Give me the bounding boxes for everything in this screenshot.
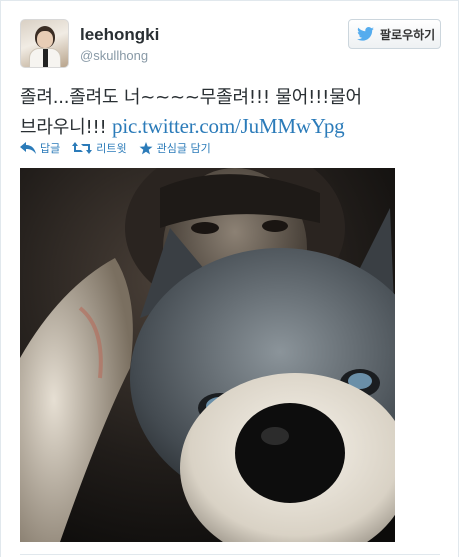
tweet-actions: 답글 리트윗 관심글 담기 [20,139,223,157]
tweet-card: leehongki @skullhong 팔로우하기 졸려...졸려도 너~~~… [0,0,459,557]
favorite-label: 관심글 담기 [156,142,211,155]
retweet-icon [72,142,93,154]
user-handle[interactable]: @skullhong [80,48,148,63]
tweet-text-line-2: 브라우니!!! pic.twitter.com/JuMMwYpg [20,112,440,142]
tweet-text-line-1: 졸려...졸려도 너~~~~무졸려!!! 물어!!!물어 [20,87,362,108]
star-icon [139,141,153,154]
retweet-label: 리트윗 [96,142,127,155]
display-name[interactable]: leehongki [80,25,159,45]
retweet-action[interactable]: 리트윗 [72,140,127,156]
reply-label: 답글 [40,142,61,155]
reply-action[interactable]: 답글 [20,140,60,156]
favorite-action[interactable]: 관심글 담기 [139,140,211,156]
follow-button[interactable]: 팔로우하기 [348,19,441,49]
twitter-bird-icon [357,27,374,41]
tweet-text-line-2-prefix: 브라우니!!! [20,117,113,138]
photo-image [20,168,395,542]
tweet-photo[interactable] [20,168,395,542]
tweet-text: 졸려...졸려도 너~~~~무졸려!!! 물어!!!물어 브라우니!!! pic… [20,84,440,142]
avatar[interactable] [20,19,69,68]
follow-label: 팔로우하기 [380,27,436,42]
tweet-photo-link[interactable]: pic.twitter.com/JuMMwYpg [112,114,345,138]
bottom-divider [20,554,440,555]
reply-arrow-icon [20,142,36,154]
